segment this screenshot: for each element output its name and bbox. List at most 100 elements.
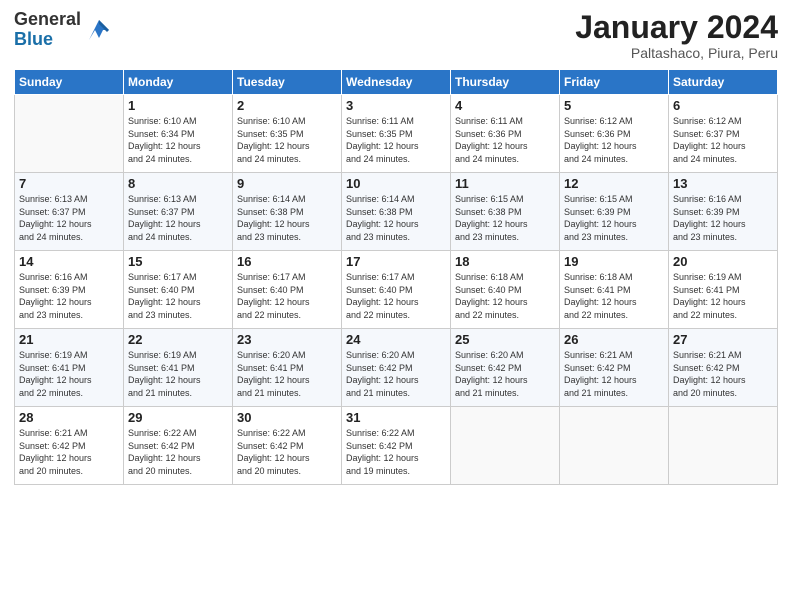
header-monday: Monday xyxy=(124,70,233,95)
table-row xyxy=(669,407,778,485)
table-row: 7Sunrise: 6:13 AM Sunset: 6:37 PM Daylig… xyxy=(15,173,124,251)
title-area: January 2024 Paltashaco, Piura, Peru xyxy=(575,10,778,61)
table-row: 12Sunrise: 6:15 AM Sunset: 6:39 PM Dayli… xyxy=(560,173,669,251)
day-info: Sunrise: 6:10 AM Sunset: 6:34 PM Dayligh… xyxy=(128,115,228,165)
calendar-week-row: 28 Sunrise: 6:21 AM Sunset: 6:42 PM Dayli… xyxy=(15,407,778,485)
weekday-header-row: Sunday Monday Tuesday Wednesday Thursday… xyxy=(15,70,778,95)
logo-blue-text: Blue xyxy=(14,30,81,50)
day-number: 24 xyxy=(346,332,446,347)
table-row: 11Sunrise: 6:15 AM Sunset: 6:38 PM Dayli… xyxy=(451,173,560,251)
table-row xyxy=(451,407,560,485)
day-number: 5 xyxy=(564,98,664,113)
day-number: 4 xyxy=(455,98,555,113)
header-wednesday: Wednesday xyxy=(342,70,451,95)
logo-icon xyxy=(85,16,113,44)
table-row xyxy=(15,95,124,173)
header-thursday: Thursday xyxy=(451,70,560,95)
month-title: January 2024 xyxy=(575,10,778,45)
day-info: Sunrise: 6:16 AM Sunset: 6:39 PM Dayligh… xyxy=(673,193,773,243)
calendar-table: Sunday Monday Tuesday Wednesday Thursday… xyxy=(14,69,778,485)
day-number: 21 xyxy=(19,332,119,347)
day-info: Sunrise: 6:20 AM Sunset: 6:41 PM Dayligh… xyxy=(237,349,337,399)
day-info: Sunrise: 6:12 AM Sunset: 6:36 PM Dayligh… xyxy=(564,115,664,165)
table-row: 16 Sunrise: 6:17 AM Sunset: 6:40 PM Dayli… xyxy=(233,251,342,329)
day-number: 28 xyxy=(19,410,119,425)
day-info: Sunrise: 6:16 AM Sunset: 6:39 PM Dayligh… xyxy=(19,271,119,321)
table-row: 14 Sunrise: 6:16 AM Sunset: 6:39 PM Dayli… xyxy=(15,251,124,329)
day-info: Sunrise: 6:13 AM Sunset: 6:37 PM Dayligh… xyxy=(128,193,228,243)
day-number: 3 xyxy=(346,98,446,113)
table-row: 4 Sunrise: 6:11 AM Sunset: 6:36 PM Daylig… xyxy=(451,95,560,173)
day-number: 15 xyxy=(128,254,228,269)
table-row: 10 Sunrise: 6:14 AM Sunset: 6:38 PM Dayli… xyxy=(342,173,451,251)
day-info: Sunrise: 6:21 AM Sunset: 6:42 PM Dayligh… xyxy=(19,427,119,477)
day-number: 9 xyxy=(237,176,337,191)
day-info: Sunrise: 6:10 AM Sunset: 6:35 PM Dayligh… xyxy=(237,115,337,165)
day-number: 12 xyxy=(564,176,664,191)
logo-general-text: General xyxy=(14,10,81,30)
day-number: 26 xyxy=(564,332,664,347)
table-row: 29 Sunrise: 6:22 AM Sunset: 6:42 PM Dayli… xyxy=(124,407,233,485)
header-tuesday: Tuesday xyxy=(233,70,342,95)
day-info: Sunrise: 6:18 AM Sunset: 6:40 PM Dayligh… xyxy=(455,271,555,321)
day-info: Sunrise: 6:17 AM Sunset: 6:40 PM Dayligh… xyxy=(237,271,337,321)
day-number: 30 xyxy=(237,410,337,425)
day-number: 2 xyxy=(237,98,337,113)
day-number: 7 xyxy=(19,176,119,191)
day-info: Sunrise: 6:19 AM Sunset: 6:41 PM Dayligh… xyxy=(673,271,773,321)
table-row: 27Sunrise: 6:21 AM Sunset: 6:42 PM Dayli… xyxy=(669,329,778,407)
day-info: Sunrise: 6:20 AM Sunset: 6:42 PM Dayligh… xyxy=(455,349,555,399)
day-info: Sunrise: 6:11 AM Sunset: 6:35 PM Dayligh… xyxy=(346,115,446,165)
day-info: Sunrise: 6:19 AM Sunset: 6:41 PM Dayligh… xyxy=(128,349,228,399)
table-row: 30 Sunrise: 6:22 AM Sunset: 6:42 PM Dayli… xyxy=(233,407,342,485)
day-info: Sunrise: 6:18 AM Sunset: 6:41 PM Dayligh… xyxy=(564,271,664,321)
table-row: 18 Sunrise: 6:18 AM Sunset: 6:40 PM Dayli… xyxy=(451,251,560,329)
table-row: 22 Sunrise: 6:19 AM Sunset: 6:41 PM Dayli… xyxy=(124,329,233,407)
table-row xyxy=(560,407,669,485)
table-row: 25 Sunrise: 6:20 AM Sunset: 6:42 PM Dayli… xyxy=(451,329,560,407)
day-info: Sunrise: 6:22 AM Sunset: 6:42 PM Dayligh… xyxy=(128,427,228,477)
calendar-container: General Blue January 2024 Paltashaco, Pi… xyxy=(0,0,792,495)
day-info: Sunrise: 6:19 AM Sunset: 6:41 PM Dayligh… xyxy=(19,349,119,399)
table-row: 6Sunrise: 6:12 AM Sunset: 6:37 PM Daylig… xyxy=(669,95,778,173)
day-number: 29 xyxy=(128,410,228,425)
day-number: 20 xyxy=(673,254,773,269)
day-number: 19 xyxy=(564,254,664,269)
table-row: 15Sunrise: 6:17 AM Sunset: 6:40 PM Dayli… xyxy=(124,251,233,329)
table-row: 31 Sunrise: 6:22 AM Sunset: 6:42 PM Dayli… xyxy=(342,407,451,485)
header-sunday: Sunday xyxy=(15,70,124,95)
calendar-week-row: 7 Sunrise: 6:13 AM Sunset: 6:37 PM Daylig… xyxy=(15,173,778,251)
day-number: 16 xyxy=(237,254,337,269)
day-info: Sunrise: 6:11 AM Sunset: 6:36 PM Dayligh… xyxy=(455,115,555,165)
table-row: 26 Sunrise: 6:21 AM Sunset: 6:42 PM Dayli… xyxy=(560,329,669,407)
day-number: 14 xyxy=(19,254,119,269)
logo: General Blue xyxy=(14,10,113,50)
day-number: 10 xyxy=(346,176,446,191)
table-row: 28 Sunrise: 6:21 AM Sunset: 6:42 PM Dayli… xyxy=(15,407,124,485)
table-row: 21 Sunrise: 6:19 AM Sunset: 6:41 PM Dayli… xyxy=(15,329,124,407)
table-row: 5 Sunrise: 6:12 AM Sunset: 6:36 PM Daylig… xyxy=(560,95,669,173)
table-row: 17Sunrise: 6:17 AM Sunset: 6:40 PM Dayli… xyxy=(342,251,451,329)
day-number: 31 xyxy=(346,410,446,425)
day-number: 25 xyxy=(455,332,555,347)
calendar-week-row: 21 Sunrise: 6:19 AM Sunset: 6:41 PM Dayli… xyxy=(15,329,778,407)
table-row: 23Sunrise: 6:20 AM Sunset: 6:41 PM Dayli… xyxy=(233,329,342,407)
day-number: 18 xyxy=(455,254,555,269)
day-info: Sunrise: 6:17 AM Sunset: 6:40 PM Dayligh… xyxy=(346,271,446,321)
day-number: 1 xyxy=(128,98,228,113)
day-info: Sunrise: 6:20 AM Sunset: 6:42 PM Dayligh… xyxy=(346,349,446,399)
table-row: 13Sunrise: 6:16 AM Sunset: 6:39 PM Dayli… xyxy=(669,173,778,251)
day-info: Sunrise: 6:22 AM Sunset: 6:42 PM Dayligh… xyxy=(237,427,337,477)
day-info: Sunrise: 6:21 AM Sunset: 6:42 PM Dayligh… xyxy=(564,349,664,399)
table-row: 19 Sunrise: 6:18 AM Sunset: 6:41 PM Dayli… xyxy=(560,251,669,329)
calendar-week-row: 14 Sunrise: 6:16 AM Sunset: 6:39 PM Dayli… xyxy=(15,251,778,329)
table-row: 1 Sunrise: 6:10 AM Sunset: 6:34 PM Daylig… xyxy=(124,95,233,173)
day-info: Sunrise: 6:22 AM Sunset: 6:42 PM Dayligh… xyxy=(346,427,446,477)
day-info: Sunrise: 6:14 AM Sunset: 6:38 PM Dayligh… xyxy=(346,193,446,243)
table-row: 20 Sunrise: 6:19 AM Sunset: 6:41 PM Dayli… xyxy=(669,251,778,329)
day-number: 6 xyxy=(673,98,773,113)
day-number: 22 xyxy=(128,332,228,347)
table-row: 24 Sunrise: 6:20 AM Sunset: 6:42 PM Dayli… xyxy=(342,329,451,407)
header-friday: Friday xyxy=(560,70,669,95)
day-info: Sunrise: 6:15 AM Sunset: 6:38 PM Dayligh… xyxy=(455,193,555,243)
